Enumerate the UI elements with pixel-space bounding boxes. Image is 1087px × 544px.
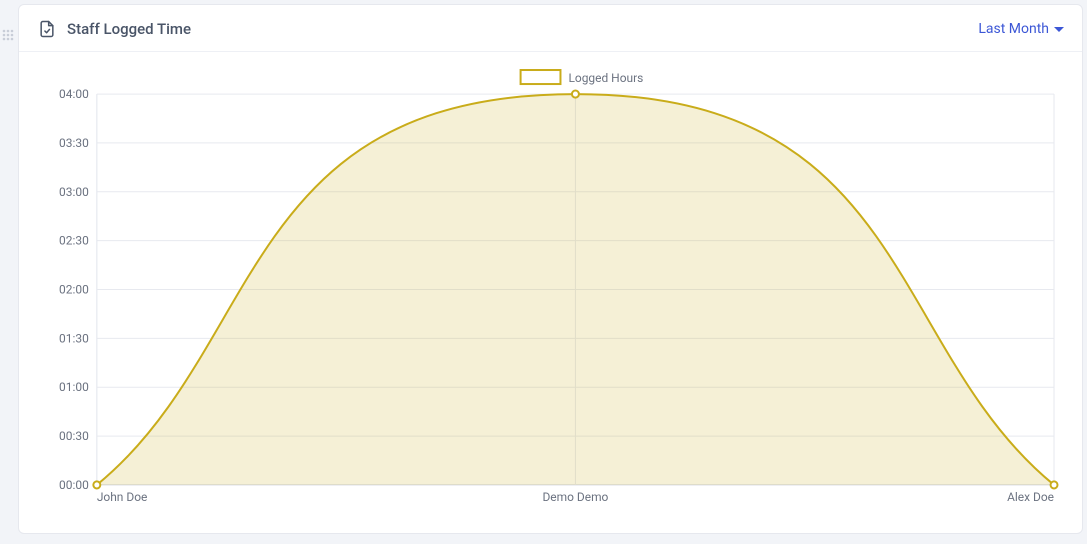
svg-text:00:30: 00:30	[59, 429, 89, 443]
svg-text:03:30: 03:30	[59, 136, 89, 150]
svg-text:02:00: 02:00	[59, 282, 89, 296]
logged-hours-chart: 00:00 00:30 01:00 01:30 02:00 02:30 03:00 03:30…	[37, 64, 1064, 515]
svg-text:01:30: 01:30	[59, 331, 89, 345]
staff-logged-time-card: Staff Logged Time Last Month 00:0000:300…	[18, 4, 1083, 534]
svg-text:02:30: 02:30	[59, 234, 89, 248]
svg-text:Alex Doe: Alex Doe	[1007, 490, 1054, 504]
svg-text:Demo Demo: Demo Demo	[542, 490, 608, 504]
caret-down-icon	[1054, 27, 1064, 32]
svg-text:00:00: 00:00	[59, 478, 89, 492]
svg-text:04:00: 04:00	[59, 87, 89, 101]
date-range-dropdown[interactable]: Last Month	[978, 21, 1064, 37]
chart-area: 00:00 00:30 01:00 01:30 02:00 02:30 03:00 03:30…	[19, 52, 1082, 533]
title-wrap: Staff Logged Time	[37, 19, 191, 39]
svg-text:03:00: 03:00	[59, 185, 89, 199]
date-range-label: Last Month	[978, 21, 1049, 37]
svg-text:01:00: 01:00	[59, 380, 89, 394]
svg-text:John Doe: John Doe	[97, 490, 148, 504]
card-title: Staff Logged Time	[67, 20, 191, 38]
card-header: Staff Logged Time Last Month	[19, 5, 1082, 52]
document-check-icon	[37, 19, 57, 39]
svg-text:Logged Hours: Logged Hours	[568, 71, 643, 85]
drag-handle-icon[interactable]	[2, 26, 14, 38]
